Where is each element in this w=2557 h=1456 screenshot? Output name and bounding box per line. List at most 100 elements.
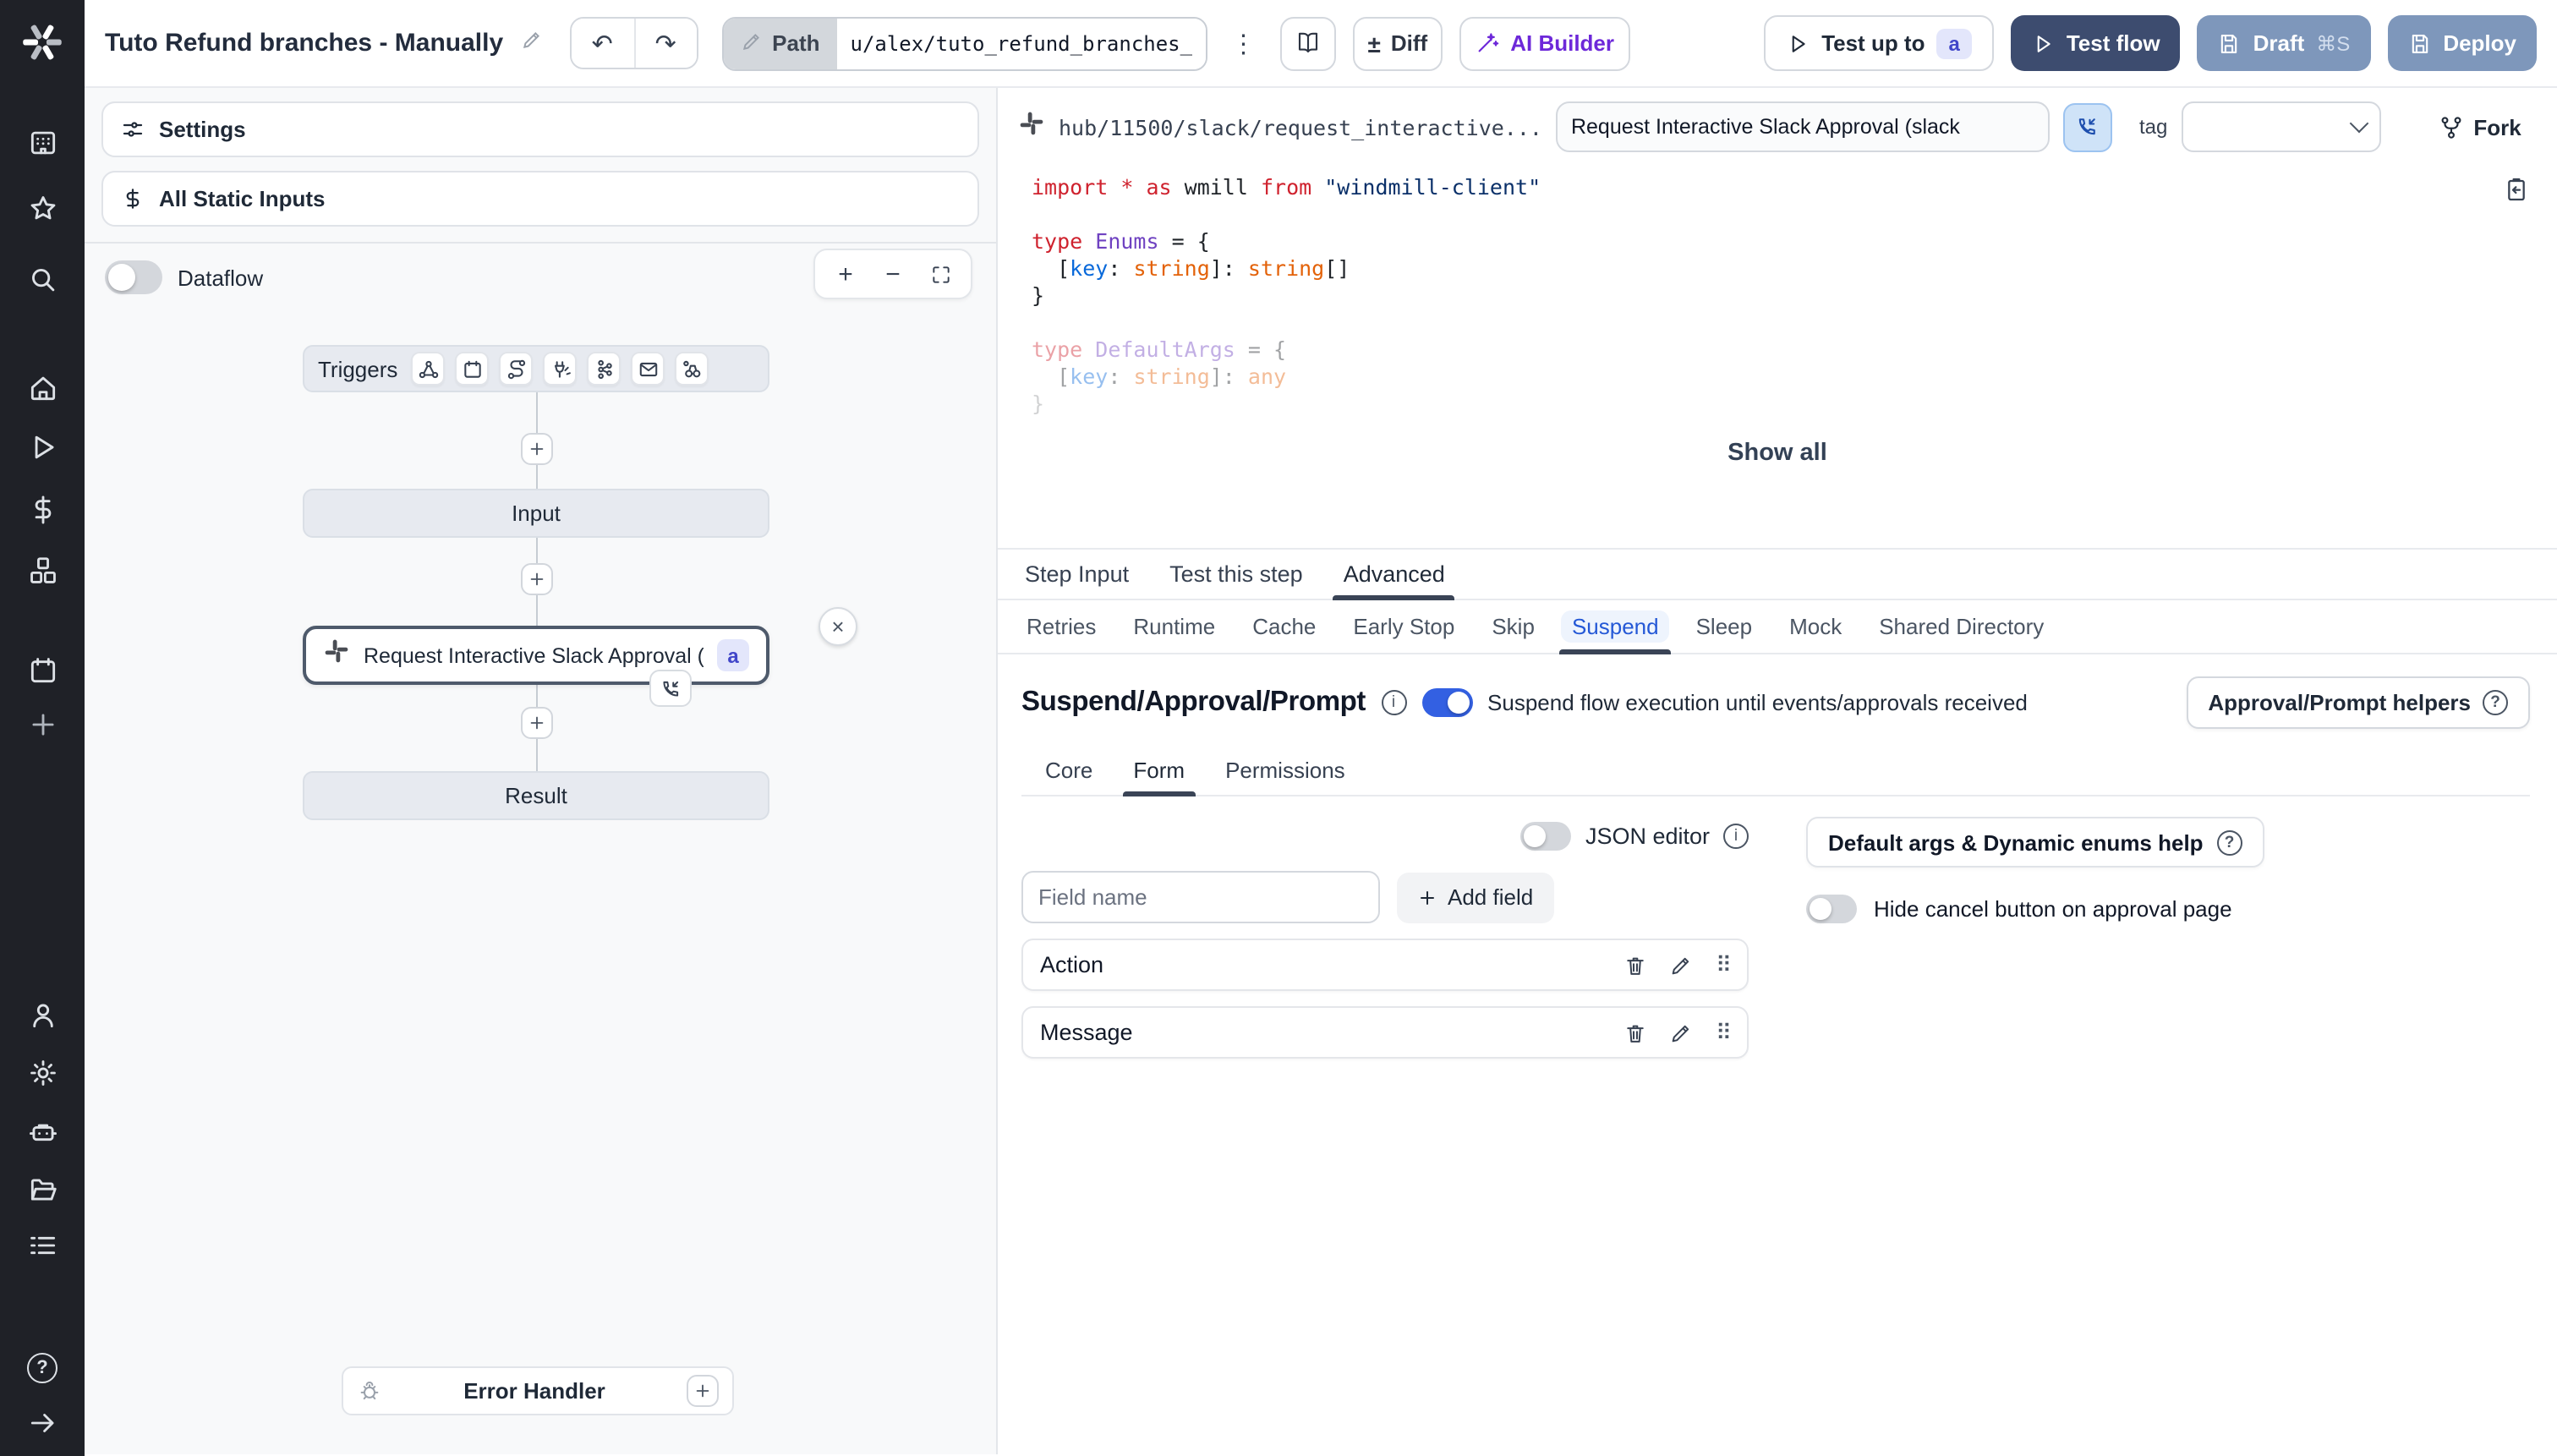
runs-icon[interactable] bbox=[0, 426, 85, 467]
show-all-button[interactable]: Show all bbox=[1727, 440, 1827, 467]
hub-script-path[interactable]: hub/11500/slack/request_interactive... bbox=[1059, 114, 1542, 140]
all-static-inputs-button[interactable]: All Static Inputs bbox=[101, 171, 979, 227]
tag-select[interactable] bbox=[2181, 101, 2381, 152]
tab-advanced[interactable]: Advanced bbox=[1323, 550, 1465, 600]
tab-step-input[interactable]: Step Input bbox=[1005, 550, 1149, 599]
subtab-mock[interactable]: Mock bbox=[1771, 600, 1860, 653]
subtab-runtime[interactable]: Runtime bbox=[1114, 600, 1234, 653]
subtab-cache[interactable]: Cache bbox=[1234, 600, 1334, 653]
expand-icon[interactable] bbox=[0, 1402, 85, 1442]
flow-settings-button[interactable]: Settings bbox=[101, 101, 979, 157]
slack-approval-node[interactable]: Request Interactive Slack Approval (... … bbox=[303, 626, 769, 685]
add-step-button[interactable] bbox=[521, 563, 553, 595]
http-route-icon[interactable] bbox=[499, 352, 534, 386]
dataflow-toggle[interactable] bbox=[105, 260, 162, 294]
flow-canvas[interactable]: Triggers Input Request Interactive Slack… bbox=[85, 294, 996, 1427]
variables-icon[interactable] bbox=[0, 489, 85, 529]
windmill-logo[interactable] bbox=[0, 0, 85, 85]
approval-prompt-helpers-button[interactable]: Approval/Prompt helpers ? bbox=[2186, 676, 2530, 729]
email-icon[interactable] bbox=[631, 352, 665, 386]
webhook-icon[interactable] bbox=[411, 352, 446, 386]
add-step-button[interactable] bbox=[521, 707, 553, 739]
form-field-row[interactable]: Action ⠿ bbox=[1021, 939, 1749, 991]
subtab-retries[interactable]: Retries bbox=[1008, 600, 1114, 653]
subtab-suspend[interactable]: Suspend bbox=[1553, 600, 1678, 654]
step-title-input[interactable] bbox=[1555, 101, 2050, 152]
tab-permissions[interactable]: Permissions bbox=[1205, 746, 1366, 795]
kafka-icon[interactable] bbox=[587, 352, 621, 386]
ai-builder-button[interactable]: AI Builder bbox=[1459, 16, 1630, 70]
search-icon[interactable] bbox=[0, 259, 85, 299]
draft-button[interactable]: Draft ⌘S bbox=[2197, 15, 2371, 71]
tab-test-this-step[interactable]: Test this step bbox=[1149, 550, 1323, 599]
fork-button[interactable]: Fork bbox=[2438, 114, 2521, 140]
field-name-input[interactable] bbox=[1021, 871, 1380, 923]
subtab-early-stop[interactable]: Early Stop bbox=[1334, 600, 1473, 653]
subtab-skip[interactable]: Skip bbox=[1473, 600, 1553, 653]
error-handler-node[interactable]: Error Handler bbox=[342, 1366, 734, 1415]
field-label: Action bbox=[1040, 952, 1104, 977]
info-icon[interactable]: i bbox=[1381, 690, 1407, 715]
step-label: Request Interactive Slack Approval (... bbox=[364, 643, 704, 667]
edit-icon[interactable] bbox=[1670, 953, 1694, 977]
redo-button[interactable]: ↷ bbox=[633, 19, 697, 68]
test-flow-button[interactable]: Test flow bbox=[2010, 15, 2181, 71]
code-preview[interactable]: import * as wmill from "windmill-client"… bbox=[998, 159, 2557, 423]
poll-icon[interactable] bbox=[675, 352, 709, 386]
trash-icon[interactable] bbox=[1624, 953, 1648, 977]
triggers-label: Triggers bbox=[318, 356, 398, 381]
add-icon[interactable] bbox=[0, 703, 85, 744]
subtab-sleep[interactable]: Sleep bbox=[1678, 600, 1771, 653]
resources-icon[interactable] bbox=[0, 550, 85, 590]
help-icon[interactable]: ? bbox=[0, 1348, 85, 1388]
star-icon[interactable] bbox=[0, 188, 85, 228]
copy-code-button[interactable] bbox=[2503, 176, 2530, 211]
default-args-help-button[interactable]: Default args & Dynamic enums help ? bbox=[1806, 817, 2264, 868]
trash-icon[interactable] bbox=[1624, 1021, 1648, 1044]
suspend-toggle-button[interactable] bbox=[2062, 102, 2112, 151]
path-label-button[interactable]: Path bbox=[723, 18, 837, 68]
audit-logs-icon[interactable] bbox=[0, 1224, 85, 1265]
settings-icon[interactable] bbox=[0, 1052, 85, 1092]
users-icon[interactable] bbox=[0, 994, 85, 1035]
fit-view-button[interactable] bbox=[920, 254, 961, 294]
form-field-row[interactable]: Message ⠿ bbox=[1021, 1006, 1749, 1059]
add-field-button[interactable]: Add field bbox=[1397, 872, 1554, 922]
remove-step-button[interactable]: × bbox=[819, 607, 857, 646]
websocket-icon[interactable] bbox=[543, 352, 578, 386]
test-up-to-button[interactable]: Test up to a bbox=[1764, 15, 1994, 71]
subtab-shared-directory[interactable]: Shared Directory bbox=[1860, 600, 2062, 653]
home-icon[interactable] bbox=[0, 367, 85, 408]
workers-icon[interactable] bbox=[0, 1111, 85, 1152]
hide-cancel-toggle[interactable] bbox=[1806, 895, 1857, 923]
zoom-out-button[interactable]: − bbox=[873, 254, 913, 294]
path-input[interactable] bbox=[836, 18, 1206, 68]
edit-title-icon[interactable] bbox=[520, 28, 542, 58]
suspend-enabled-toggle[interactable] bbox=[1421, 688, 1473, 717]
workspace-icon[interactable] bbox=[0, 122, 85, 162]
tab-form[interactable]: Form bbox=[1113, 746, 1205, 796]
suspend-heading-row: Suspend/Approval/Prompt i Suspend flow e… bbox=[1021, 676, 2530, 729]
result-node[interactable]: Result bbox=[303, 771, 769, 820]
step-header: hub/11500/slack/request_interactive... t… bbox=[998, 88, 2557, 159]
info-icon[interactable]: i bbox=[1723, 823, 1749, 848]
triggers-node[interactable]: Triggers bbox=[303, 345, 769, 392]
drag-handle-icon[interactable]: ⠿ bbox=[1716, 951, 1732, 978]
slack-icon bbox=[323, 638, 350, 673]
tab-core[interactable]: Core bbox=[1025, 746, 1113, 795]
add-step-button[interactable] bbox=[521, 433, 553, 465]
schedules-icon[interactable] bbox=[0, 649, 85, 690]
input-node[interactable]: Input bbox=[303, 489, 769, 538]
schedule-icon[interactable] bbox=[455, 352, 490, 386]
deploy-button[interactable]: Deploy bbox=[2387, 15, 2537, 71]
folders-icon[interactable] bbox=[0, 1169, 85, 1209]
docs-button[interactable] bbox=[1279, 16, 1336, 70]
diff-button[interactable]: ± Diff bbox=[1352, 16, 1443, 70]
more-menu-button[interactable]: ⋮ bbox=[1224, 28, 1263, 58]
zoom-in-button[interactable]: + bbox=[825, 254, 866, 294]
undo-button[interactable]: ↶ bbox=[571, 19, 634, 68]
drag-handle-icon[interactable]: ⠿ bbox=[1716, 1019, 1732, 1046]
add-error-handler-button[interactable] bbox=[687, 1375, 719, 1407]
edit-icon[interactable] bbox=[1670, 1021, 1694, 1044]
json-editor-toggle[interactable] bbox=[1520, 821, 1572, 850]
